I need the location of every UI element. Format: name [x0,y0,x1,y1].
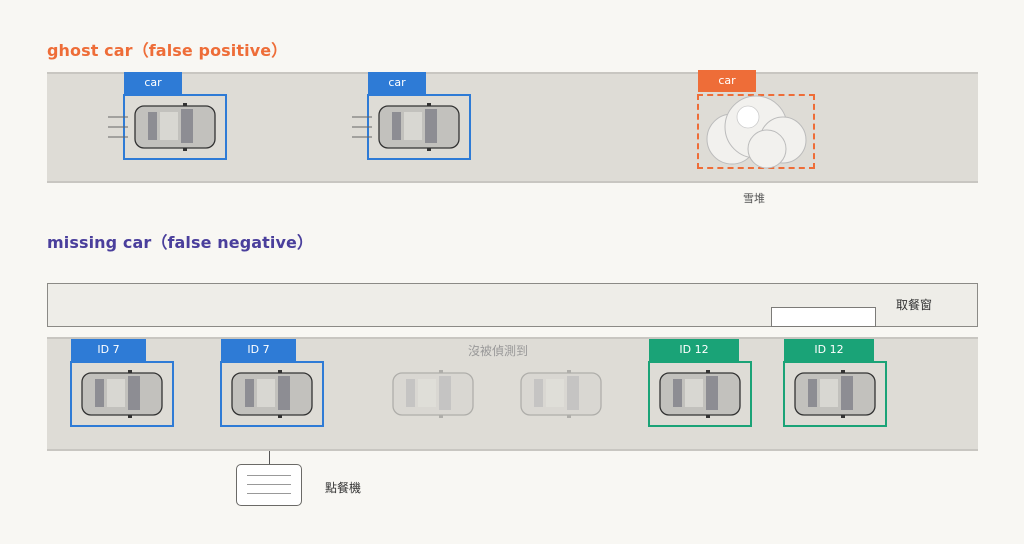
pickup-window [771,307,876,327]
car-icon [108,103,216,151]
car-icon [231,370,313,418]
car-tag: car [368,72,426,94]
undetected-car-icon [392,370,474,418]
ghost-car-tag: car [698,70,756,92]
ghost-car-heading: ghost car（false positive） [47,41,288,60]
order-kiosk-icon [236,464,302,506]
undetected-label: 沒被偵測到 [468,344,529,358]
car-icon [659,370,741,418]
snow-pile-label: 雪堆 [743,192,765,205]
car-icon [352,103,460,151]
snow-pile-icon [706,95,807,169]
car-icon [81,370,163,418]
track-id-tag: ID 7 [71,339,146,361]
undetected-car-icon [520,370,602,418]
pickup-window-label: 取餐窗 [896,298,933,312]
missing-car-heading: missing car（false negative） [47,233,314,252]
car-tag: car [124,72,182,94]
track-id-tag: ID 7 [221,339,296,361]
track-id-tag: ID 12 [649,339,739,361]
car-icon [794,370,876,418]
kiosk-label: 點餐機 [325,481,362,495]
track-id-tag: ID 12 [784,339,874,361]
